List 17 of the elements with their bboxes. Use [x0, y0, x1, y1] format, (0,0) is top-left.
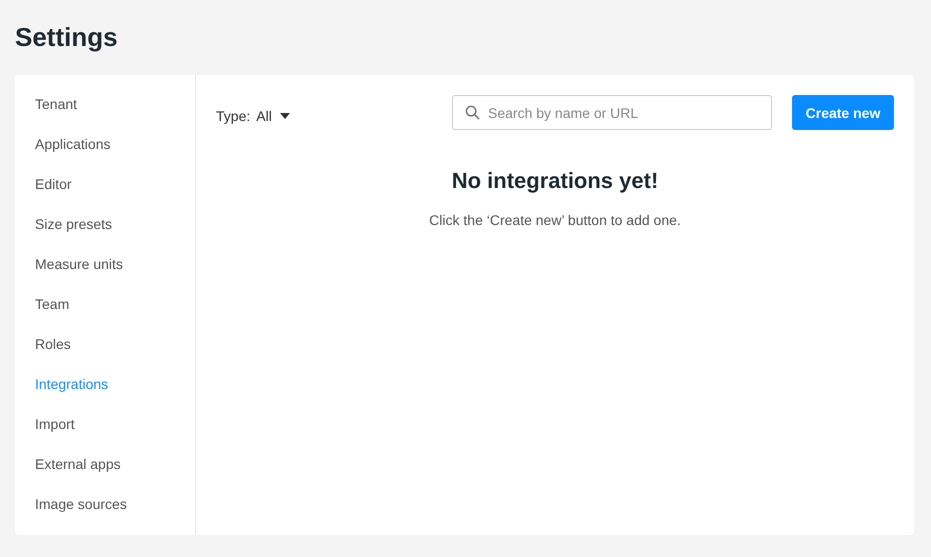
empty-message: Click the ‘Create new’ button to add one.: [429, 212, 681, 228]
empty-heading: No integrations yet!: [452, 168, 658, 194]
sidebar-item[interactable]: Measure units: [15, 244, 123, 284]
sidebar-item[interactable]: Applications: [15, 124, 110, 164]
type-label: Type:: [216, 108, 250, 124]
sidebar-item[interactable]: Tenant: [15, 84, 78, 124]
sidebar-item[interactable]: Editor: [15, 164, 72, 204]
page-title: Settings: [15, 21, 119, 54]
type-dropdown[interactable]: All: [256, 108, 290, 124]
sidebar-item[interactable]: Roles: [15, 324, 71, 364]
caret-icon: [280, 112, 290, 118]
sidebar-item[interactable]: Import: [15, 404, 75, 444]
sidebar-item[interactable]: Size presets: [15, 204, 112, 244]
sidebar-item[interactable]: Team: [15, 284, 70, 324]
sidebar-item[interactable]: External apps: [15, 444, 121, 484]
search-field[interactable]: Search by name or URL: [452, 95, 772, 130]
sidebar-item[interactable]: Image sources: [15, 484, 127, 524]
